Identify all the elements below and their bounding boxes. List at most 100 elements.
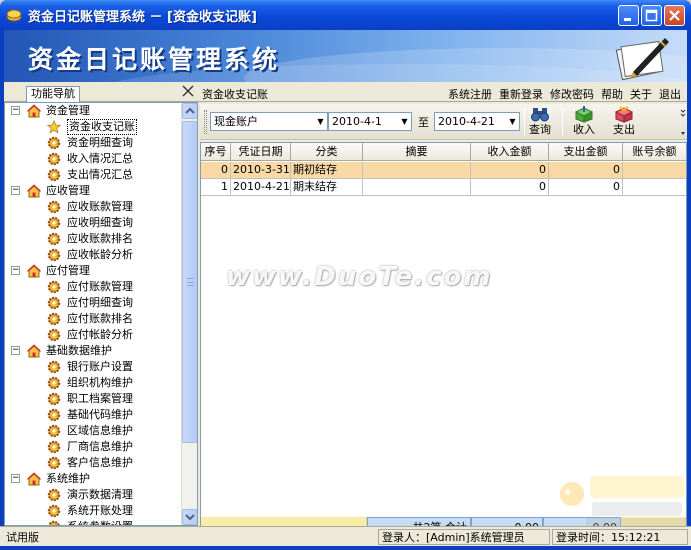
date-from-picker[interactable]: 2010-4-1 ▼ — [328, 112, 412, 131]
tree-group[interactable]: − 系统维护 — [5, 471, 183, 487]
grip-icon — [187, 278, 194, 286]
collapse-icon[interactable]: − — [11, 266, 20, 275]
menu-help[interactable]: 帮助 — [601, 88, 623, 101]
status-user: 登录人：[Admin]系统管理员 — [378, 529, 550, 545]
gear-icon — [47, 216, 61, 230]
tree-item[interactable]: 收入情况汇总 — [5, 151, 183, 167]
tree-item[interactable]: 应收明细查询 — [5, 215, 183, 231]
tree-item[interactable]: 应付明细查询 — [5, 295, 183, 311]
close-button[interactable] — [664, 5, 685, 26]
maximize-icon — [645, 9, 658, 22]
income-box-icon — [574, 106, 594, 123]
tree-item-label: 资金收支记账 — [67, 119, 137, 135]
tree-item[interactable]: 资金收支记账 — [5, 119, 183, 135]
col-header-balance[interactable]: 账号余额 — [623, 143, 686, 161]
maximize-button[interactable] — [641, 5, 662, 26]
tree-item[interactable]: 系统开账处理 — [5, 503, 183, 519]
title-bar[interactable]: 资金日记账管理系统 － [资金收支记账] — [0, 0, 691, 30]
close-panel-icon[interactable] — [182, 85, 194, 97]
tree-item[interactable]: 支出情况汇总 — [5, 167, 183, 183]
tree-group[interactable]: − 应付管理 — [5, 263, 183, 279]
tree-item[interactable]: 应付账款排名 — [5, 311, 183, 327]
gear-icon — [47, 504, 61, 518]
tree-group[interactable]: − 基础数据维护 — [5, 343, 183, 359]
tree-item[interactable]: 应付帐龄分析 — [5, 327, 183, 343]
dropdown-arrow-icon[interactable]: ▼ — [398, 113, 411, 130]
top-menu: 系统注册 重新登录 修改密码 帮助 关于 退出 — [441, 86, 681, 102]
dropdown-arrow-icon[interactable]: ▼ — [506, 113, 519, 130]
cell-balance — [623, 179, 686, 195]
expense-button[interactable]: 支出 — [606, 105, 642, 139]
collapse-icon[interactable]: − — [11, 186, 20, 195]
coin-icon — [6, 9, 22, 22]
tree-item[interactable]: 区域信息维护 — [5, 423, 183, 439]
tree-item-label: 区域信息维护 — [67, 424, 133, 437]
col-header-index[interactable]: 序号 — [201, 143, 231, 161]
menu-change-password[interactable]: 修改密码 — [550, 88, 594, 101]
tree-item-label: 应收账款排名 — [67, 232, 133, 245]
tree-item[interactable]: 应付账款管理 — [5, 279, 183, 295]
scroll-thumb[interactable] — [182, 121, 197, 443]
cell-date: 2010-3-31 — [233, 162, 291, 178]
tree-item[interactable]: 基础代码维护 — [5, 407, 183, 423]
menu-about[interactable]: 关于 — [630, 88, 652, 101]
tree-item[interactable]: 系统参数设置 — [5, 519, 183, 525]
table-row[interactable]: 0 2010-3-31 期初结存 0 0 — [201, 162, 686, 179]
tree-item[interactable]: 厂商信息维护 — [5, 439, 183, 455]
menu-register[interactable]: 系统注册 — [448, 88, 492, 101]
tab-function-nav[interactable]: 功能导航 — [26, 86, 80, 102]
gear-icon — [47, 424, 61, 438]
gear-icon — [47, 200, 61, 214]
gear-icon — [47, 360, 61, 374]
minimize-button[interactable] — [618, 5, 639, 26]
col-header-expense[interactable]: 支出金额 — [549, 143, 623, 161]
account-select[interactable]: 现金账户 ▼ — [210, 112, 328, 131]
col-header-category[interactable]: 分类 — [291, 143, 363, 161]
tree-item-label: 应收账款管理 — [67, 200, 133, 213]
tree-item[interactable]: 资金明细查询 — [5, 135, 183, 151]
cell-date: 2010-4-21 — [233, 179, 291, 195]
gear-icon — [47, 312, 61, 326]
toolbar-grip[interactable] — [204, 110, 207, 134]
tree-item[interactable]: 应收帐龄分析 — [5, 247, 183, 263]
income-button[interactable]: 收入 — [566, 105, 602, 139]
collapse-icon[interactable]: − — [11, 346, 20, 355]
tree-item[interactable]: 职工档案管理 — [5, 391, 183, 407]
tree-item[interactable]: 客户信息维护 — [5, 455, 183, 471]
collapse-icon[interactable]: − — [11, 474, 20, 483]
home-folder-icon — [27, 472, 41, 486]
tree-item[interactable]: 银行账户设置 — [5, 359, 183, 375]
query-button[interactable]: 查询 — [522, 105, 558, 139]
tree-group-label: 系统维护 — [46, 472, 90, 485]
date-to-picker[interactable]: 2010-4-21 ▼ — [434, 112, 520, 131]
table-row[interactable]: 1 2010-4-21 期末结存 0 0 — [201, 179, 686, 196]
cell-category: 期初结存 — [291, 162, 363, 178]
tree-item[interactable]: 应收账款排名 — [5, 231, 183, 247]
menu-relogin[interactable]: 重新登录 — [499, 88, 543, 101]
col-header-summary[interactable]: 摘要 — [363, 143, 471, 161]
collapse-icon[interactable]: − — [11, 106, 20, 115]
banner-brand: 资金日记账管理系统 — [28, 45, 281, 74]
dropdown-arrow-icon[interactable]: ▼ — [314, 113, 327, 130]
toolbar-separator — [562, 108, 563, 136]
tree-item[interactable]: 演示数据清理 — [5, 487, 183, 503]
cell-income: 0 — [471, 162, 549, 178]
col-header-date[interactable]: 凭证日期 — [231, 143, 291, 161]
tree-item[interactable]: 组织机构维护 — [5, 375, 183, 391]
col-header-income[interactable]: 收入金额 — [471, 143, 549, 161]
star-icon — [47, 120, 61, 134]
tree-item-label: 职工档案管理 — [67, 392, 133, 405]
tree-item-label: 支出情况汇总 — [67, 168, 133, 181]
scroll-down-button[interactable] — [182, 509, 197, 525]
cell-index: 1 — [201, 179, 231, 195]
tree-group[interactable]: − 资金管理 — [5, 103, 183, 119]
tree-item[interactable]: 应收账款管理 — [5, 199, 183, 215]
cell-summary — [363, 179, 471, 195]
tree-vertical-scrollbar[interactable] — [181, 103, 197, 525]
scroll-up-button[interactable] — [182, 103, 197, 119]
tree-group[interactable]: − 应收管理 — [5, 183, 183, 199]
tree-group-label: 资金管理 — [46, 104, 90, 117]
menu-exit[interactable]: 退出 — [659, 88, 681, 101]
gear-icon — [47, 280, 61, 294]
toolbar-overflow-icon[interactable] — [680, 107, 686, 137]
